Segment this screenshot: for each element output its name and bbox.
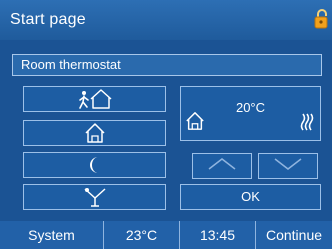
- house-icon: [185, 111, 205, 136]
- section-header: Room thermostat: [12, 54, 322, 76]
- mode-home-button[interactable]: [23, 120, 166, 146]
- lock-icon[interactable]: [314, 8, 328, 30]
- chevron-up-icon: [207, 157, 237, 176]
- mode-away-button[interactable]: [23, 86, 166, 112]
- outdoor-temperature: 23°C: [104, 221, 180, 249]
- mode-party-button[interactable]: [23, 184, 166, 210]
- moon-icon: [87, 155, 103, 175]
- mode-night-button[interactable]: [23, 152, 166, 178]
- house-icon: [84, 122, 106, 144]
- clock: 13:45: [180, 221, 256, 249]
- cocktail-glass-icon: [81, 186, 109, 208]
- temperature-display: 20°C: [180, 86, 321, 141]
- person-leaving-house-icon: [77, 88, 113, 110]
- heating-icon: [300, 113, 314, 136]
- system-button[interactable]: System: [0, 221, 104, 249]
- status-bar: System 23°C 13:45 Continue: [0, 221, 332, 249]
- ok-button[interactable]: OK: [180, 184, 321, 210]
- chevron-down-icon: [273, 157, 303, 176]
- thermostat-panel: Room thermostat 20°C OK: [0, 40, 332, 221]
- temperature-down-button[interactable]: [258, 153, 318, 179]
- temperature-up-button[interactable]: [192, 153, 252, 179]
- continue-button[interactable]: Continue: [256, 221, 332, 249]
- page-title: Start page: [10, 11, 86, 28]
- title-bar: Start page: [0, 0, 332, 40]
